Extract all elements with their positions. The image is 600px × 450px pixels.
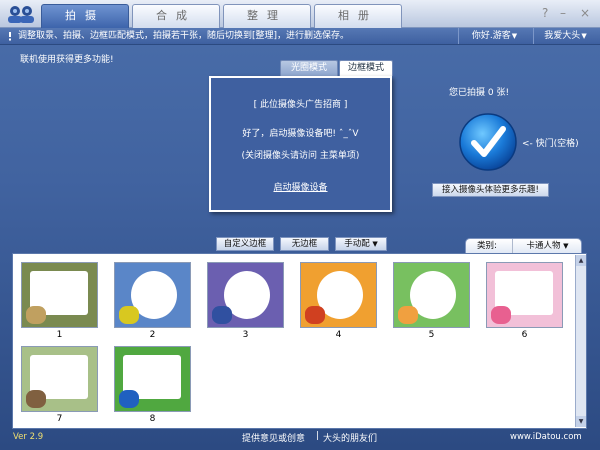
frame-decoration — [119, 306, 139, 324]
footer: Ver 2.9 提供意见或创意 | 大头的朋友们 www.iDatou.com — [0, 430, 600, 450]
no-frame-button[interactable]: 无边框 — [280, 237, 329, 251]
info-bar: 调整取景、拍摄、边框匹配模式，拍摄若干张，随后切换到[整理]，进行删选保存。 你… — [0, 28, 600, 45]
shutter-hint: <- 快门(空格) — [522, 139, 579, 149]
category-dropdown[interactable]: 卡通人物 ▼ — [512, 239, 582, 254]
manual-match-label: 手动配 — [344, 239, 370, 249]
help-button[interactable]: ? — [542, 6, 548, 20]
app-logo-icon — [8, 6, 34, 23]
camera-message: 好了，启动摄像设备吧! ˆ_ˆV — [242, 129, 359, 139]
ad-placeholder-text: [ 此位摄像头广告招商 ] — [253, 100, 348, 110]
manual-match-button[interactable]: 手动配 ▼ — [335, 237, 387, 251]
tab-album[interactable]: 相册 — [314, 4, 402, 28]
frame-thumbnail[interactable] — [207, 262, 284, 328]
camera-preview: [ 此位摄像头广告招商 ] 好了，启动摄像设备吧! ˆ_ˆV (关闭摄像头请访问… — [209, 76, 392, 212]
frame-decoration — [491, 306, 511, 324]
tab-shoot[interactable]: 拍摄 — [41, 4, 129, 28]
frame-caption: 5 — [428, 330, 435, 340]
category-selector[interactable]: 类别: 卡通人物 ▼ — [465, 238, 582, 254]
frame-decoration — [26, 306, 46, 324]
scroll-up-icon[interactable]: ▲ — [576, 255, 586, 266]
frame-decoration — [212, 306, 232, 324]
category-value: 卡通人物 — [526, 241, 561, 251]
frame-thumbnail[interactable] — [114, 346, 191, 412]
tab-aperture-mode[interactable]: 光圈模式 — [280, 60, 338, 76]
frame-decoration — [305, 306, 325, 324]
frame-thumbnail[interactable] — [486, 262, 563, 328]
title-bar: 拍摄 合成 整理 相册 ? – × — [0, 0, 600, 28]
frame-caption: 7 — [56, 414, 63, 424]
frame-thumbnail[interactable] — [300, 262, 377, 328]
feedback-link[interactable]: 提供意见或创意 — [242, 431, 305, 444]
scroll-down-icon[interactable]: ▼ — [576, 416, 586, 427]
frame-thumbnail[interactable] — [114, 262, 191, 328]
gallery-scrollbar[interactable]: ▲ ▼ — [575, 255, 586, 427]
frame-thumbnail[interactable] — [21, 346, 98, 412]
online-hint[interactable]: 联机使用获得更多功能! — [20, 52, 114, 65]
frame-caption: 1 — [56, 330, 63, 340]
frame-gallery: 1 2 3 4 5 6 7 8 — [12, 253, 587, 429]
frame-caption: 2 — [149, 330, 156, 340]
shutter-button[interactable] — [458, 112, 518, 172]
frame-thumbnail[interactable] — [393, 262, 470, 328]
frame-decoration — [119, 390, 139, 408]
frame-decoration — [26, 390, 46, 408]
chevron-down-icon: ▼ — [581, 32, 587, 40]
greeting-menu[interactable]: 你好.游客▼ — [458, 28, 530, 44]
footer-separator: | — [316, 431, 320, 441]
chevron-down-icon: ▼ — [372, 240, 378, 248]
start-camera-link[interactable]: 启动摄像设备 — [211, 182, 390, 194]
shot-count: 您已拍摄 0 张! — [449, 88, 510, 98]
frame-thumbnail[interactable] — [21, 262, 98, 328]
minimize-button[interactable]: – — [560, 6, 566, 20]
version-label: Ver 2.9 — [13, 432, 44, 442]
frame-caption: 4 — [335, 330, 342, 340]
frame-caption: 3 — [242, 330, 249, 340]
category-label: 类别: — [477, 241, 497, 251]
tab-organize[interactable]: 整理 — [223, 4, 311, 28]
custom-frame-button[interactable]: 自定义边框 — [216, 237, 274, 251]
chevron-down-icon: ▼ — [563, 242, 569, 250]
frame-caption: 8 — [149, 414, 156, 424]
frame-caption: 6 — [521, 330, 528, 340]
connect-camera-button[interactable]: 接入摄像头体验更多乐趣! — [432, 183, 549, 197]
tab-frame-mode[interactable]: 边框模式 — [339, 60, 393, 76]
frame-decoration — [398, 306, 418, 324]
greeting-label: 你好.游客 — [471, 31, 511, 41]
info-icon — [9, 32, 11, 41]
close-button[interactable]: × — [580, 6, 590, 20]
website-link[interactable]: www.iDatou.com — [510, 432, 582, 442]
user-label: 我爱大头 — [544, 31, 581, 41]
app-window: 拍摄 合成 整理 相册 ? – × 调整取景、拍摄、边框匹配模式，拍摄若干张，随… — [0, 0, 600, 450]
camera-close-tip: (关闭摄像头请访问 主菜单项) — [241, 151, 360, 161]
chevron-down-icon: ▼ — [511, 32, 518, 40]
user-menu[interactable]: 我爱大头▼ — [533, 28, 597, 44]
friends-link[interactable]: 大头的朋友们 — [323, 431, 377, 444]
tab-compose[interactable]: 合成 — [132, 4, 220, 28]
info-text: 调整取景、拍摄、边框匹配模式，拍摄若干张，随后切换到[整理]，进行删选保存。 — [18, 31, 350, 41]
